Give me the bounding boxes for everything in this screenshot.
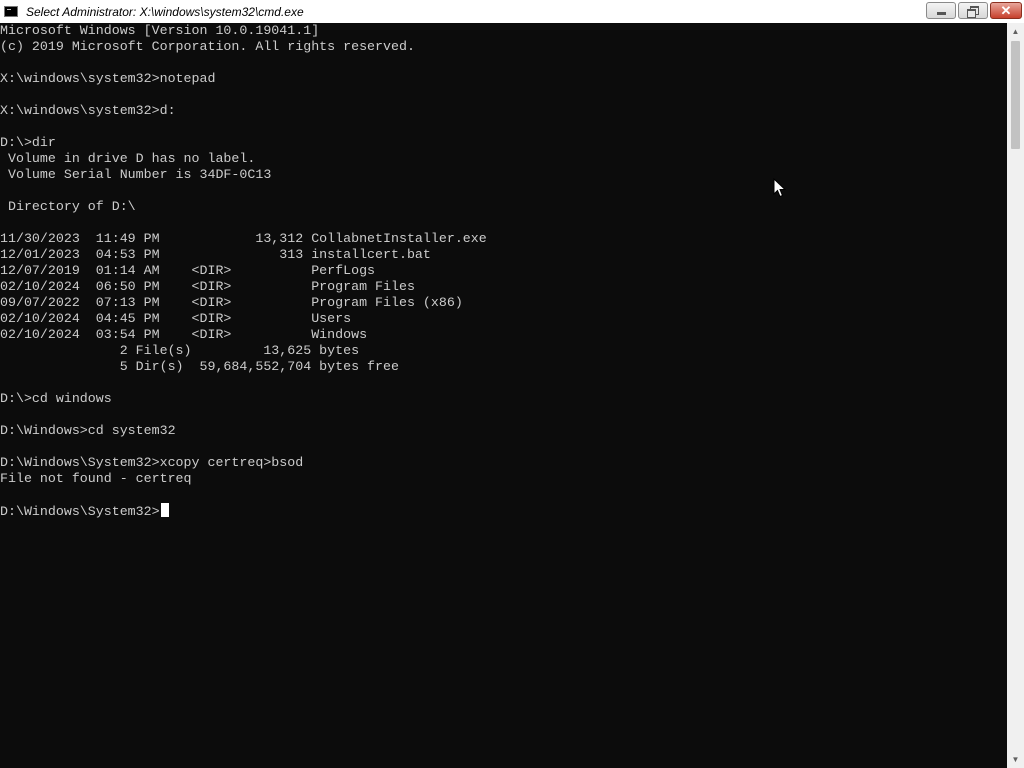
close-button[interactable]: ✕ [990,2,1022,19]
console-line: 12/01/2023 04:53 PM 313 installcert.bat [0,247,431,262]
console-line: File not found - certreq [0,471,192,486]
console-line: 11/30/2023 11:49 PM 13,312 CollabnetInst… [0,231,487,246]
console-line: 12/07/2019 01:14 AM <DIR> PerfLogs [0,263,376,278]
console-line: X:\windows\system32>notepad [0,71,216,86]
title-bar[interactable]: Select Administrator: X:\windows\system3… [0,0,1024,23]
command-prompt: D:\Windows\System32> [0,504,160,519]
console-line: 09/07/2022 07:13 PM <DIR> Program Files … [0,295,463,310]
console-line: Directory of D:\ [0,199,136,214]
console-line: D:\>cd windows [0,391,112,406]
window-title: Select Administrator: X:\windows\system3… [26,4,304,19]
console-line: D:\Windows\System32>xcopy certreq>bsod [0,455,304,470]
console-line: X:\windows\system32>d: [0,103,176,118]
console-lines: Microsoft Windows [Version 10.0.19041.1]… [0,23,487,519]
console-line: (c) 2019 Microsoft Corporation. All righ… [0,39,415,54]
console-line: Volume Serial Number is 34DF-0C13 [0,167,272,182]
vertical-scrollbar[interactable]: ▲ ▼ [1007,23,1024,768]
console-line: 02/10/2024 03:54 PM <DIR> Windows [0,327,368,342]
console-line: Microsoft Windows [Version 10.0.19041.1] [0,23,320,38]
console-line: 02/10/2024 06:50 PM <DIR> Program Files [0,279,415,294]
close-icon: ✕ [1000,3,1012,18]
cmd-app-icon[interactable] [4,6,18,17]
console-line: 5 Dir(s) 59,684,552,704 bytes free [0,359,399,374]
console-line: Volume in drive D has no label. [0,151,256,166]
minimize-icon [936,12,946,15]
scroll-down-arrow-icon[interactable]: ▼ [1007,751,1024,768]
minimize-button[interactable] [926,2,956,19]
scroll-thumb[interactable] [1011,41,1020,149]
scroll-up-arrow-icon[interactable]: ▲ [1007,23,1024,40]
console-output[interactable]: Microsoft Windows [Version 10.0.19041.1]… [0,23,1007,768]
restore-button[interactable] [958,2,988,19]
console-line: 2 File(s) 13,625 bytes [0,343,360,358]
text-cursor [160,503,169,517]
window-controls: ✕ [926,2,1022,19]
console-line: D:\Windows>cd system32 [0,423,176,438]
restore-icon [967,5,979,18]
mouse-pointer-icon [773,178,787,198]
console-line: 02/10/2024 04:45 PM <DIR> Users [0,311,352,326]
console-line: D:\>dir [0,135,56,150]
console-prompt-line[interactable]: D:\Windows\System32> [0,503,487,519]
